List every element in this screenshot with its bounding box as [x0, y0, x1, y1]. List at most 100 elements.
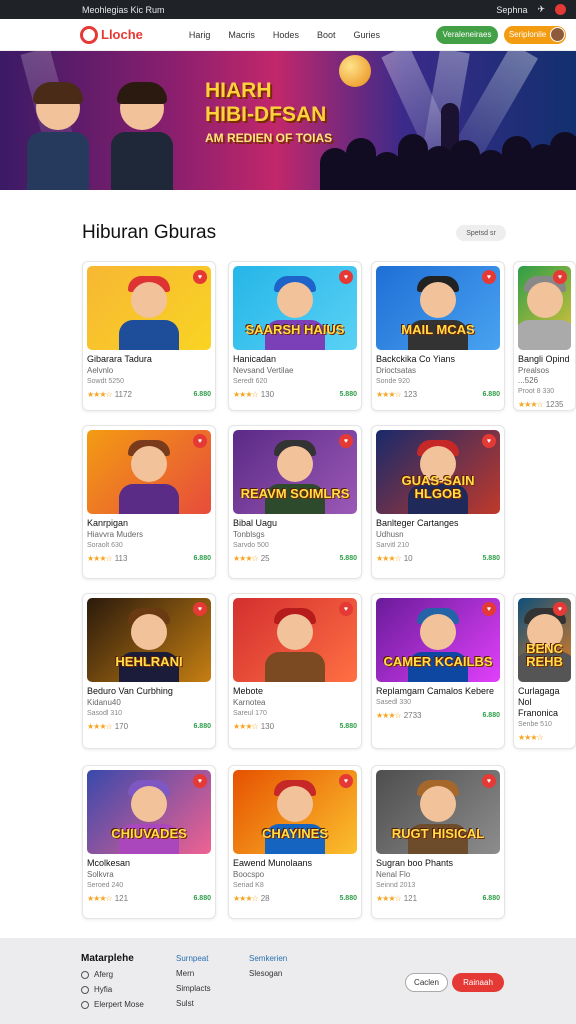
game-card[interactable]: CAMER KCAILBS ♥ Replamgam Camalos Kebere Sa…: [371, 593, 505, 749]
game-card[interactable]: RUGT HISICAL ♥ Sugran boo Phants Nenal Flo S…: [371, 765, 505, 919]
card-title: Replamgam Camalos Kebere: [376, 686, 495, 696]
card-subtitle: Tonblsgs: [233, 530, 265, 539]
card-thumbnail[interactable]: BENC REHB ♥: [518, 598, 571, 682]
game-card[interactable]: SAARSH HAIUS ♥ Hanicadan Nevsand Vertilae Se…: [228, 261, 362, 411]
card-thumbnail[interactable]: HEHLRANI ♥: [87, 598, 211, 682]
favorite-icon[interactable]: ♥: [193, 434, 207, 448]
disco-ball-icon: [339, 55, 371, 87]
footer-link[interactable]: Slesogan: [249, 966, 287, 981]
footer-link[interactable]: Mern: [176, 966, 211, 981]
favorite-icon[interactable]: ♥: [482, 774, 496, 788]
card-thumbnail[interactable]: ♥: [87, 266, 211, 350]
favorite-icon[interactable]: ♥: [339, 434, 353, 448]
thumbnail-title: CAMER KCAILBS: [383, 654, 493, 669]
footer-link[interactable]: Aferg: [81, 967, 144, 982]
game-card[interactable]: CHAYINES ♥ Eawend Munolaans Boocspo Seriad K…: [228, 765, 362, 919]
card-price: 5.880: [339, 391, 357, 398]
card-thumbnail[interactable]: SAARSH HAIUS ♥: [233, 266, 357, 350]
rating-stars-icon: ★★★☆ 25: [233, 554, 270, 563]
account-button[interactable]: Seriplonile: [504, 25, 566, 44]
game-card[interactable]: ♥ Gibarara Tadura Aelvnlo Sowdt 5250 ★★★☆ 117…: [82, 261, 216, 411]
rating-count: 2733: [403, 711, 422, 720]
sort-dropdown[interactable]: Spetsd sr: [456, 225, 506, 241]
card-meta: Senbe 510: [518, 721, 552, 728]
card-thumbnail[interactable]: RUGT HISICAL ♥: [376, 770, 500, 854]
card-title: Bibal Uagu: [233, 518, 278, 528]
card-thumbnail[interactable]: CHIUVADES ♥: [87, 770, 211, 854]
favorite-icon[interactable]: ♥: [193, 270, 207, 284]
game-card[interactable]: REAVM SOIMLRS ♥ Bibal Uagu Tonblsgs Sarvdo 5…: [228, 425, 362, 579]
logo[interactable]: Lloche: [80, 25, 143, 44]
rating-stars-icon: ★★★☆ 2733: [376, 711, 422, 720]
rating-count: 130: [260, 722, 275, 731]
cancel-button[interactable]: Caclen: [405, 973, 448, 992]
help-icon: [81, 985, 89, 994]
favorite-icon[interactable]: ♥: [339, 270, 353, 284]
game-card[interactable]: MAIL MCAS ♥ Backckika Co Yians Drioctsatas S…: [371, 261, 505, 411]
game-card[interactable]: GUAS-SAIN HLGOB ♥ Banlteger Cartanges Udhus…: [371, 425, 505, 579]
nav-link[interactable]: Hodes: [273, 30, 299, 40]
share-icon[interactable]: ✈: [537, 4, 545, 15]
address-text[interactable]: Meohlegias Kic Rum: [82, 5, 496, 15]
favorite-icon[interactable]: ♥: [553, 602, 567, 616]
card-title: Beduro Van Curbhing: [87, 686, 173, 696]
card-price: 5.880: [482, 555, 500, 562]
nav-link[interactable]: Guries: [353, 30, 380, 40]
character-body: [265, 652, 325, 682]
card-meta: Seroed 240: [87, 882, 124, 889]
card-thumbnail[interactable]: ♥: [87, 430, 211, 514]
card-thumbnail[interactable]: CAMER KCAILBS ♥: [376, 598, 500, 682]
card-thumbnail[interactable]: REAVM SOIMLRS ♥: [233, 430, 357, 514]
favorite-icon[interactable]: ♥: [339, 774, 353, 788]
footer-link[interactable]: Simplacts: [176, 981, 211, 996]
card-meta: Sasedl 330: [376, 699, 412, 706]
card-thumbnail[interactable]: CHAYINES ♥: [233, 770, 357, 854]
game-card[interactable]: HEHLRANI ♥ Beduro Van Curbhing Kidanu40 Saso…: [82, 593, 216, 749]
card-footer: ★★★☆ 121 6.880: [376, 894, 500, 903]
card-subtitle: Karnotea: [233, 698, 266, 707]
nav-link[interactable]: Macris: [228, 30, 255, 40]
record-icon[interactable]: [555, 4, 566, 15]
card-title: Gibarara Tadura: [87, 354, 152, 364]
hero-banner[interactable]: HIARH HIBI-DFSAN AM REDIEN OF TOIAS: [0, 51, 576, 190]
card-thumbnail[interactable]: ♥: [233, 598, 357, 682]
footer-link[interactable]: Sulst: [176, 996, 211, 1011]
character-face: [526, 282, 563, 318]
submit-button[interactable]: Rainaah: [452, 973, 504, 992]
favorite-icon[interactable]: ♥: [339, 602, 353, 616]
card-thumbnail[interactable]: ♥: [518, 266, 571, 350]
game-card[interactable]: ♥ Bangli Opind Prealsos ...526 Proot 8 330 ★…: [513, 261, 576, 411]
game-card[interactable]: ♥ Kanrpigan Hiavvra Muders Soraolt 630 ★★★☆ 1…: [82, 425, 216, 579]
hero-title-line1: HIARH: [205, 79, 272, 102]
card-footer: ★★★☆ 113 6.880: [87, 554, 211, 563]
game-card[interactable]: ♥ Mebote Karnotea Sareul 170 ★★★☆ 130 5.880: [228, 593, 362, 749]
nav-link[interactable]: Boot: [317, 30, 336, 40]
card-subtitle: Aelvnlo: [87, 366, 114, 375]
section-title: Hiburan Gburas: [82, 222, 217, 243]
favorite-icon[interactable]: ♥: [193, 774, 207, 788]
card-footer: ★★★☆ 170 6.880: [87, 722, 211, 731]
nav-link[interactable]: Harig: [189, 30, 211, 40]
favorite-icon[interactable]: ♥: [482, 434, 496, 448]
card-price: 5.880: [339, 555, 357, 562]
card-thumbnail[interactable]: GUAS-SAIN HLGOB ♥: [376, 430, 500, 514]
favorite-icon[interactable]: ♥: [553, 270, 567, 284]
favorite-icon[interactable]: ♥: [482, 270, 496, 284]
rating-stars-icon: ★★★☆ 121: [87, 894, 129, 903]
game-card[interactable]: CHIUVADES ♥ Mcolkesan Solkvra Seroed 240 ★★★☆…: [82, 765, 216, 919]
favorite-icon[interactable]: ♥: [193, 602, 207, 616]
card-thumbnail[interactable]: MAIL MCAS ♥: [376, 266, 500, 350]
game-card[interactable]: BENC REHB ♥ Curlagaga Nol Franonica Senbe 5…: [513, 593, 576, 749]
rating-stars-icon: ★★★☆ 130: [233, 722, 275, 731]
footer-link[interactable]: Elerpert Mose: [81, 997, 144, 1012]
card-footer: ★★★☆ 121 6.880: [87, 894, 211, 903]
rating-stars-icon: ★★★☆ 123: [376, 390, 418, 399]
favorite-icon[interactable]: ♥: [482, 602, 496, 616]
card-price: 6.880: [193, 723, 211, 730]
card-meta: Seredt 620: [233, 378, 268, 385]
rating-count: 170: [114, 722, 129, 731]
signup-button[interactable]: Veraleneiraes: [436, 25, 498, 44]
footer-link[interactable]: Hyfia: [81, 982, 144, 997]
rating-count: 121: [403, 894, 418, 903]
rating-count: 25: [260, 554, 270, 563]
